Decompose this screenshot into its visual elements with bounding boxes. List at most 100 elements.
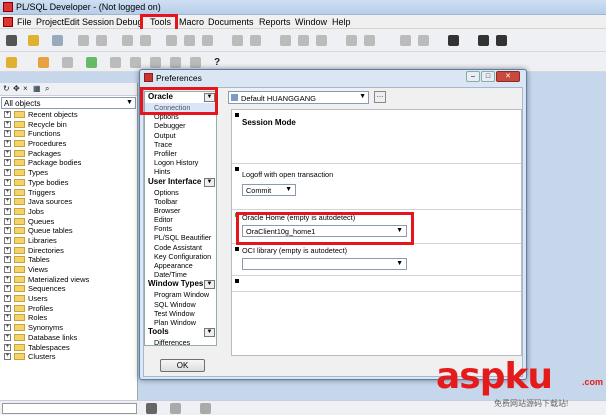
category-item[interactable]: Options xyxy=(145,112,216,121)
menu-edit[interactable]: Edit xyxy=(64,17,80,27)
tree-item[interactable]: + Java sources xyxy=(0,197,137,207)
tree-item[interactable]: + Database links xyxy=(0,333,137,343)
chevron-down-icon[interactable]: ▼ xyxy=(204,328,215,338)
tree-item[interactable]: + Types xyxy=(0,168,137,178)
expand-icon[interactable]: + xyxy=(4,304,11,312)
category-item[interactable]: Test Window xyxy=(145,309,216,318)
connection-more-button[interactable]: … xyxy=(374,91,386,103)
category-item[interactable]: Browser xyxy=(145,206,216,215)
chevron-down-icon[interactable]: ▼ xyxy=(204,93,215,102)
tree-item[interactable]: + Type bodies xyxy=(0,178,137,188)
category-item[interactable]: Plan Window xyxy=(145,318,216,327)
tree-item[interactable]: + Recycle bin xyxy=(0,120,137,130)
break-icon[interactable] xyxy=(298,35,309,46)
explain-icon[interactable] xyxy=(316,35,327,46)
cut-icon[interactable] xyxy=(166,35,177,46)
menu-file[interactable]: File xyxy=(17,17,32,27)
tree-item[interactable]: + Clusters xyxy=(0,352,137,362)
expand-icon[interactable]: + xyxy=(4,314,11,322)
stop-icon[interactable] xyxy=(110,57,121,68)
tree-item[interactable]: + Tablespaces xyxy=(0,343,137,353)
expand-icon[interactable]: + xyxy=(4,246,11,254)
expand-icon[interactable]: + xyxy=(4,343,11,351)
tree-item[interactable]: + Packages xyxy=(0,149,137,159)
expand-icon[interactable]: + xyxy=(4,111,11,118)
find-icon-bottom[interactable] xyxy=(146,403,157,414)
category-item[interactable]: Editor xyxy=(145,215,216,224)
tree-item[interactable]: + Profiles xyxy=(0,304,137,314)
expand-icon[interactable]: + xyxy=(4,207,11,215)
tree-item[interactable]: + Directories xyxy=(0,246,137,256)
database-icon[interactable] xyxy=(448,35,459,46)
minimize-icon[interactable]: – xyxy=(466,71,480,82)
expand-icon[interactable]: + xyxy=(4,217,11,225)
category-header[interactable]: Window Types ▼ xyxy=(145,279,216,291)
expand-icon[interactable]: + xyxy=(4,236,11,244)
category-item[interactable]: SQL Window xyxy=(145,300,216,309)
report-icon[interactable] xyxy=(478,35,489,46)
undo-icon[interactable] xyxy=(122,35,133,46)
category-item[interactable]: Fonts xyxy=(145,224,216,233)
logoff-select[interactable]: Commit ▼ xyxy=(242,184,296,196)
maximize-icon[interactable]: □ xyxy=(481,71,495,82)
category-item[interactable]: Appearance xyxy=(145,261,216,270)
object-filter-select[interactable]: All objects ▼ xyxy=(1,97,136,109)
menu-session[interactable]: Session xyxy=(82,17,114,27)
expand-icon[interactable]: + xyxy=(4,285,11,293)
window-list-icon[interactable] xyxy=(496,35,507,46)
expand-icon[interactable]: + xyxy=(4,353,11,361)
category-item[interactable]: PL/SQL Beautifier xyxy=(145,233,216,242)
category-item[interactable]: Options xyxy=(145,188,216,197)
expand-icon[interactable]: + xyxy=(4,266,11,273)
rollback-icon[interactable] xyxy=(364,35,375,46)
ok-button[interactable]: OK xyxy=(160,359,205,372)
replace-icon[interactable] xyxy=(250,35,261,46)
delete-icon[interactable]: × xyxy=(23,84,28,93)
spell-icon[interactable] xyxy=(200,403,211,414)
connection-select[interactable]: Default HUANGGANG ▼ xyxy=(228,91,369,104)
category-item[interactable]: Profiler xyxy=(145,149,216,158)
close-icon[interactable]: ✕ xyxy=(496,71,520,82)
chevron-down-icon[interactable]: ▼ xyxy=(204,177,215,187)
menu-reports[interactable]: Reports xyxy=(259,17,291,27)
redo-icon[interactable] xyxy=(140,35,151,46)
menu-window[interactable]: Window xyxy=(295,17,327,27)
tree-item[interactable]: + Roles xyxy=(0,313,137,323)
search-icon[interactable]: ⌕ xyxy=(45,84,49,94)
bottom-select[interactable] xyxy=(2,403,137,414)
expand-icon[interactable]: + xyxy=(4,169,11,177)
tree-item[interactable]: + Tables xyxy=(0,255,137,265)
format-icon[interactable] xyxy=(150,57,161,68)
menu-documents[interactable]: Documents xyxy=(208,17,254,27)
tree-item[interactable]: + Queue tables xyxy=(0,226,137,236)
category-item[interactable]: Trace xyxy=(145,140,216,149)
refresh-icon[interactable]: ↻ xyxy=(3,84,10,93)
tree-item[interactable]: + Jobs xyxy=(0,207,137,217)
key-icon[interactable] xyxy=(6,57,17,68)
expand-icon[interactable]: + xyxy=(4,140,11,148)
tree-item[interactable]: + Procedures xyxy=(0,139,137,149)
expand-icon[interactable]: + xyxy=(4,178,11,186)
category-item[interactable]: Hints xyxy=(145,167,216,176)
category-item[interactable]: Connection xyxy=(145,103,216,113)
expand-icon[interactable]: + xyxy=(4,275,11,283)
paste-icon[interactable] xyxy=(202,35,213,46)
category-item[interactable]: Code Assistant xyxy=(145,243,216,252)
export-icon[interactable] xyxy=(418,35,429,46)
tree-item[interactable]: + Materialized views xyxy=(0,275,137,285)
copy-icon[interactable] xyxy=(184,35,195,46)
expand-icon[interactable]: + xyxy=(4,149,11,157)
print-preview-icon[interactable] xyxy=(96,35,107,46)
category-item[interactable]: Program Window xyxy=(145,290,216,299)
grid-icon[interactable] xyxy=(400,35,411,46)
highlight-icon[interactable] xyxy=(170,403,181,414)
object-icon[interactable] xyxy=(38,57,49,68)
save-icon[interactable] xyxy=(52,35,63,46)
expand-icon[interactable]: + xyxy=(4,198,11,206)
indent-icon[interactable] xyxy=(170,57,181,68)
category-item[interactable]: Toolbar xyxy=(145,197,216,206)
expand-icon[interactable]: + xyxy=(4,227,11,235)
category-header[interactable]: Tools ▼ xyxy=(145,327,216,339)
category-item[interactable]: Key Configuration xyxy=(145,252,216,261)
expand-icon[interactable]: + xyxy=(4,188,11,196)
